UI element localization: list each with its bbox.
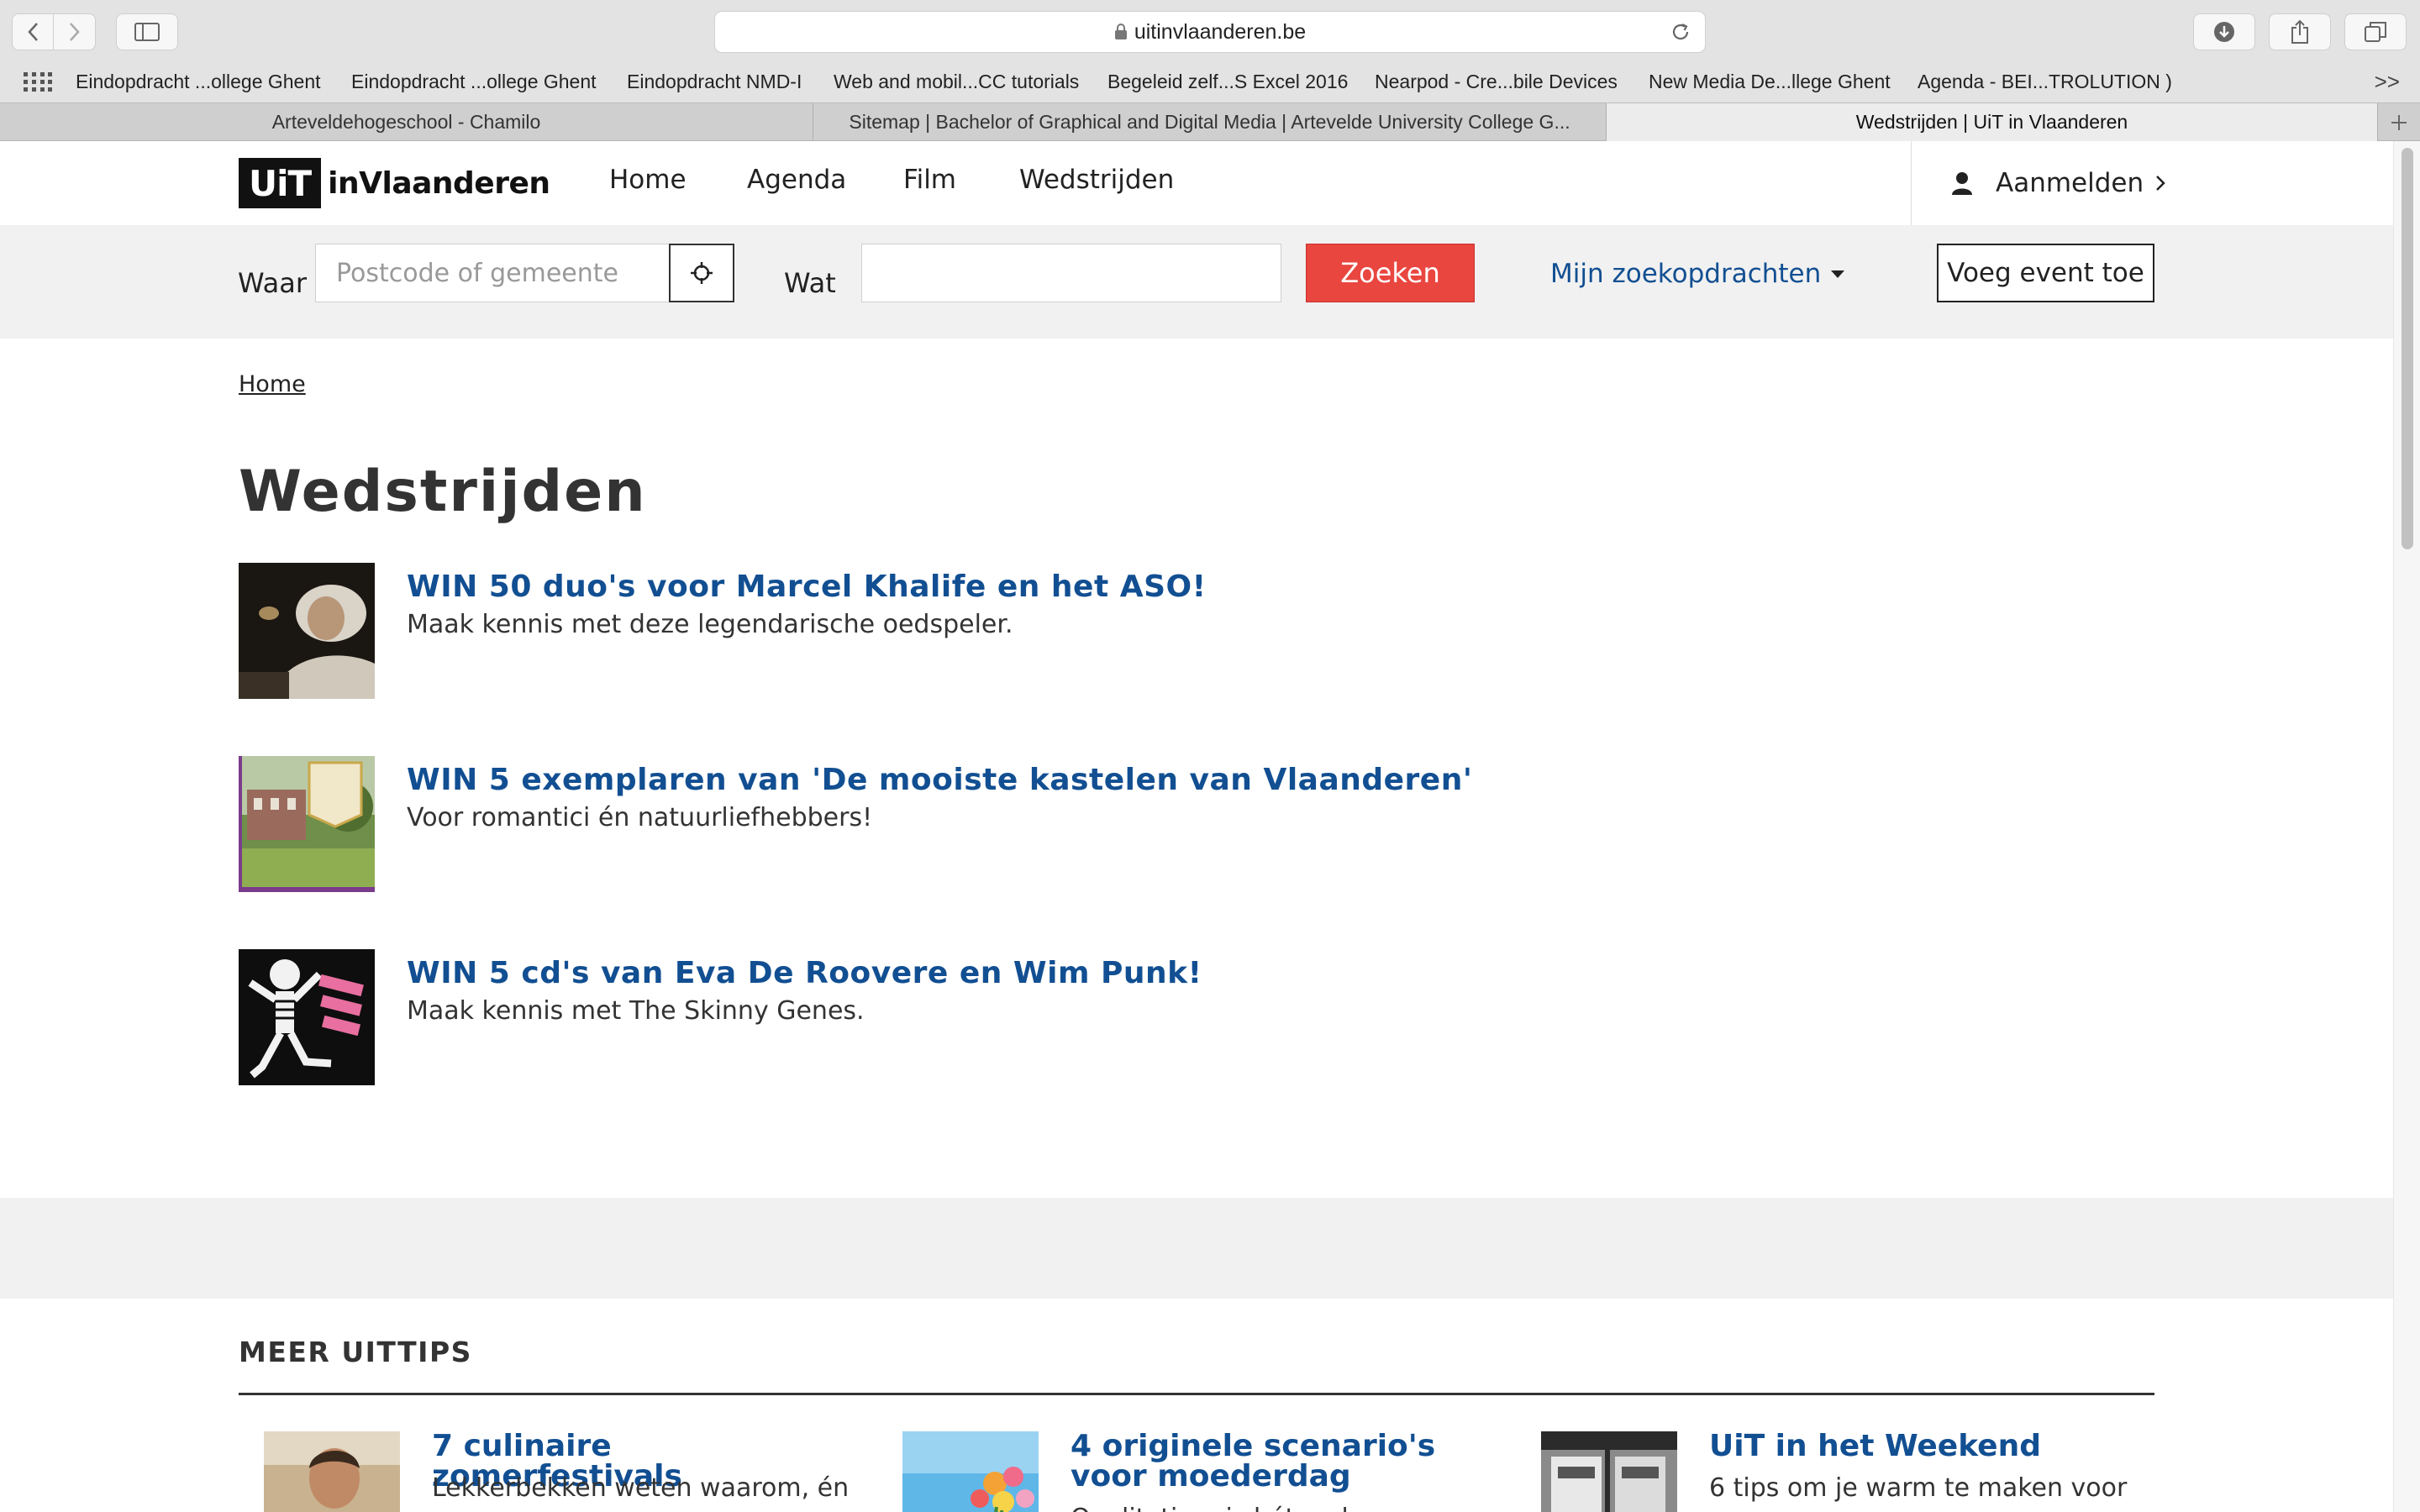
- where-label: Waar: [238, 267, 307, 299]
- browser-tab-active[interactable]: Wedstrijden | UiT in Vlaanderen: [1607, 103, 2378, 141]
- browser-tab[interactable]: Arteveldehogeschool - Chamilo: [0, 103, 813, 141]
- contest-image[interactable]: [239, 949, 375, 1085]
- address-bar[interactable]: uitinvlaanderen.be: [714, 11, 1706, 53]
- url-text: uitinvlaanderen.be: [1134, 19, 1307, 44]
- chevron-right-icon: [2156, 176, 2165, 191]
- what-label: Wat: [784, 267, 836, 299]
- contest-subtitle: Maak kennis met deze legendarische oedsp…: [407, 610, 1013, 639]
- bookmark-item[interactable]: Agenda - BEI...TROLUTION ): [1918, 71, 2172, 93]
- back-icon[interactable]: [13, 13, 55, 50]
- contest-subtitle: Maak kennis met The Skinny Genes.: [407, 996, 865, 1026]
- bookmark-item[interactable]: Eindopdracht ...ollege Ghent: [351, 71, 597, 93]
- bookmark-item[interactable]: Web and mobil...CC tutorials: [834, 71, 1079, 93]
- nav-wedstrijden[interactable]: Wedstrijden: [1019, 165, 1174, 195]
- login-link[interactable]: Aanmelden: [1911, 141, 2393, 225]
- nav-home[interactable]: Home: [609, 165, 687, 195]
- bookmark-item[interactable]: Nearpod - Cre...bile Devices: [1375, 71, 1618, 93]
- where-placeholder: Postcode of gemeente: [336, 258, 618, 288]
- contest-item[interactable]: WIN 50 duo's voor Marcel Khalife en het …: [239, 563, 1835, 699]
- bookmark-item[interactable]: New Media De...llege Ghent: [1649, 71, 1891, 93]
- web-page: UiT inVlaanderen Home Agenda Film Wedstr…: [0, 141, 2393, 1512]
- bookmark-item[interactable]: Eindopdracht ...ollege Ghent: [76, 71, 321, 93]
- bookmark-item[interactable]: Eindopdracht NMD-I: [627, 71, 802, 93]
- tip-subtitle: Lekkerbekken weten waarom, én: [432, 1473, 850, 1503]
- bookmarks-bar: Eindopdracht ...ollege Ghent Eindopdrach…: [0, 62, 2420, 102]
- contest-title[interactable]: WIN 5 exemplaren van 'De mooiste kastele…: [407, 763, 1472, 797]
- site-header: UiT inVlaanderen Home Agenda Film Wedstr…: [0, 141, 2393, 225]
- browser-tab[interactable]: Sitemap | Bachelor of Graphical and Digi…: [813, 103, 1607, 141]
- more-tips-rule: [239, 1393, 2154, 1395]
- crosshair-icon: [691, 262, 713, 284]
- contest-title[interactable]: WIN 50 duo's voor Marcel Khalife en het …: [407, 570, 1207, 604]
- search-bar: Waar Postcode of gemeente Wat Zoeken Mij…: [0, 225, 2393, 339]
- more-tips-heading: MEER UITTIPS: [239, 1336, 472, 1368]
- breadcrumb-home[interactable]: Home: [239, 371, 306, 397]
- apps-grid-icon[interactable]: [24, 72, 52, 92]
- logo-wordmark: inVlaanderen: [328, 165, 550, 201]
- tip-subtitle: 6 tips om je warm te maken voor: [1709, 1473, 2128, 1503]
- bookmark-item[interactable]: Begeleid zelf...S Excel 2016: [1107, 71, 1348, 93]
- where-input[interactable]: Postcode of gemeente: [315, 244, 671, 302]
- add-event-button[interactable]: Voeg event toe: [1937, 244, 2154, 302]
- contest-item[interactable]: WIN 5 exemplaren van 'De mooiste kastele…: [239, 756, 1835, 892]
- forward-icon[interactable]: [54, 13, 95, 50]
- sidebar-toggle-icon[interactable]: [116, 13, 178, 50]
- login-label: Aanmelden: [1996, 168, 2144, 198]
- locate-button[interactable]: [669, 244, 734, 302]
- scrollbar-thumb[interactable]: [2402, 148, 2413, 549]
- site-logo[interactable]: UiT inVlaanderen: [239, 156, 550, 210]
- page-title: Wedstrijden: [239, 459, 647, 525]
- nav-agenda[interactable]: Agenda: [747, 165, 846, 195]
- tip-title[interactable]: 4 originele scenario's voor moederdag: [1071, 1431, 1507, 1492]
- share-icon[interactable]: [2269, 13, 2331, 50]
- lock-icon: [1114, 24, 1127, 39]
- downloads-icon[interactable]: [2193, 13, 2255, 50]
- contest-image[interactable]: [239, 756, 375, 892]
- tip-item[interactable]: 4 originele scenario's voor moederdag Qu…: [902, 1431, 1541, 1512]
- tab-title: Sitemap | Bachelor of Graphical and Digi…: [849, 111, 1570, 133]
- logo-mark: UiT: [239, 158, 322, 208]
- tip-image[interactable]: [902, 1431, 1039, 1512]
- tip-item[interactable]: 7 culinaire zomerfestivals Lekkerbekken …: [264, 1431, 902, 1512]
- saved-searches-dropdown[interactable]: Mijn zoekopdrachten: [1550, 259, 1845, 289]
- tip-subtitle: Qualitytime is hét cadeau: [1071, 1504, 1396, 1512]
- tip-image[interactable]: [1541, 1431, 1677, 1512]
- new-tab-icon[interactable]: [2378, 103, 2420, 141]
- what-input[interactable]: [861, 244, 1281, 302]
- browser-toolbar: uitinvlaanderen.be: [0, 0, 2420, 62]
- tab-bar: Arteveldehogeschool - Chamilo Sitemap | …: [0, 102, 2420, 141]
- contest-title[interactable]: WIN 5 cd's van Eva De Roovere en Wim Pun…: [407, 956, 1202, 990]
- section-divider-band: [0, 1198, 2393, 1299]
- user-icon: [1952, 172, 1972, 195]
- caret-down-icon: [1831, 270, 1845, 278]
- tip-image[interactable]: [264, 1431, 400, 1512]
- contest-subtitle: Voor romantici én natuurliefhebbers!: [407, 803, 873, 832]
- bookmarks-overflow[interactable]: >>: [2375, 69, 2400, 95]
- tab-overview-icon[interactable]: [2344, 13, 2407, 50]
- nav-film[interactable]: Film: [903, 165, 956, 195]
- page-scrollbar[interactable]: [2393, 141, 2420, 1512]
- reload-icon[interactable]: [1670, 21, 1691, 43]
- tip-title[interactable]: UiT in het Weekend: [1709, 1431, 2146, 1462]
- saved-searches-label: Mijn zoekopdrachten: [1550, 259, 1822, 289]
- contest-image[interactable]: [239, 563, 375, 699]
- back-forward-group: [12, 13, 96, 50]
- tip-item[interactable]: UiT in het Weekend 6 tips om je warm te …: [1541, 1431, 2180, 1512]
- tab-title: Wedstrijden | UiT in Vlaanderen: [1855, 111, 2128, 133]
- contest-item[interactable]: WIN 5 cd's van Eva De Roovere en Wim Pun…: [239, 949, 1835, 1085]
- tab-title: Arteveldehogeschool - Chamilo: [271, 111, 541, 133]
- search-button[interactable]: Zoeken: [1306, 244, 1475, 302]
